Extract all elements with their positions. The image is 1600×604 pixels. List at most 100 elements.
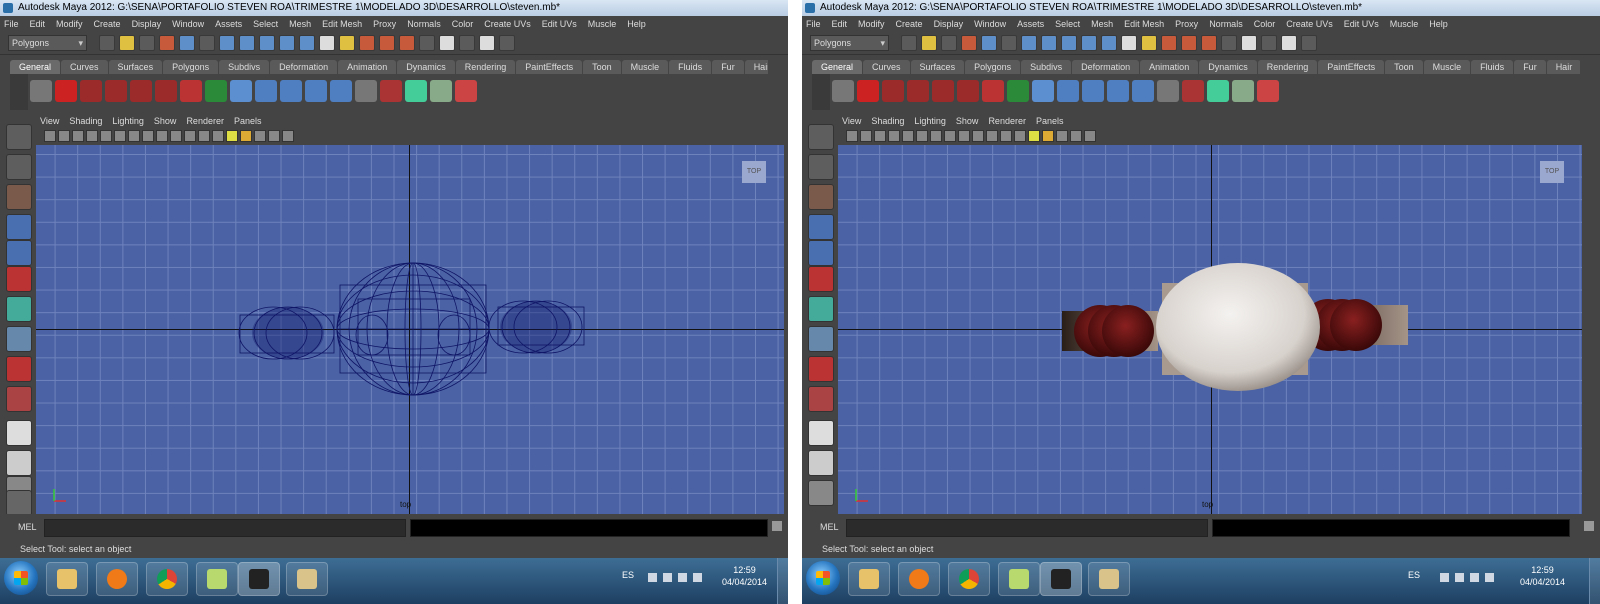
shelf-tab-polygons[interactable]: Polygons (163, 60, 219, 74)
open-scene-icon[interactable] (921, 35, 937, 51)
menu-edit-mesh[interactable]: Edit Mesh (1124, 19, 1164, 29)
shelf-tab-surfaces[interactable]: Surfaces (910, 60, 965, 74)
taskbar-app[interactable] (196, 562, 238, 596)
snap-point-icon[interactable] (1061, 35, 1077, 51)
shelf-tool-icon[interactable] (205, 80, 227, 102)
shelf-tab-animation[interactable]: Animation (338, 60, 397, 74)
show-manipulator-icon[interactable] (808, 356, 834, 382)
image-plane-icon[interactable] (888, 130, 900, 142)
mel-label[interactable]: MEL (18, 522, 37, 532)
shelf-tool-icon[interactable] (405, 80, 427, 102)
taskbar-explorer[interactable] (848, 562, 890, 596)
menu-muscle[interactable]: Muscle (588, 19, 617, 29)
textured-icon[interactable] (212, 130, 224, 142)
render-icon[interactable] (339, 35, 355, 51)
save-scene-icon[interactable] (941, 35, 957, 51)
shelf-tool-icon[interactable] (982, 80, 1004, 102)
menu-select[interactable]: Select (253, 19, 278, 29)
render-settings-icon[interactable] (1181, 35, 1197, 51)
isolate-select-icon[interactable] (1056, 130, 1068, 142)
camera-attributes-icon[interactable] (860, 130, 872, 142)
attribute-editor-icon[interactable] (1261, 35, 1277, 51)
attribute-editor-icon[interactable] (459, 35, 475, 51)
shelf-tab-painteffects[interactable]: PaintEffects (516, 60, 583, 74)
snap-point-icon[interactable] (259, 35, 275, 51)
show-desktop-button[interactable] (777, 558, 788, 604)
share-icon[interactable] (282, 130, 294, 142)
soft-mod-tool-icon[interactable] (808, 326, 834, 352)
safe-action-icon[interactable] (972, 130, 984, 142)
menu-color[interactable]: Color (1254, 19, 1276, 29)
menu-muscle[interactable]: Muscle (1390, 19, 1419, 29)
menu-help[interactable]: Help (627, 19, 646, 29)
shelf-tab-general[interactable]: General (812, 60, 863, 74)
shelf-tab-muscle[interactable]: Muscle (621, 60, 669, 74)
shelf-tool-icon[interactable] (130, 80, 152, 102)
language-indicator[interactable]: ES (1408, 570, 1420, 580)
shelf-tool-icon[interactable] (1182, 80, 1204, 102)
help-question-icon[interactable] (55, 80, 77, 102)
custom-layout-icon[interactable] (6, 490, 32, 516)
shelf-tool-icon[interactable] (80, 80, 102, 102)
tool-settings-icon[interactable] (1281, 35, 1297, 51)
wireframe-mode-icon[interactable] (184, 130, 196, 142)
select-component-icon[interactable] (199, 35, 215, 51)
menu-file[interactable]: File (806, 19, 821, 29)
select-tool-icon[interactable] (6, 124, 32, 150)
film-gate-icon[interactable] (114, 130, 126, 142)
tool-settings-icon[interactable] (479, 35, 495, 51)
sphere-icon[interactable] (1032, 80, 1054, 102)
shelf-tab-curves[interactable]: Curves (863, 60, 910, 74)
render-settings-icon[interactable] (379, 35, 395, 51)
action-center-icon[interactable] (1455, 573, 1464, 582)
camera-icon[interactable] (846, 130, 858, 142)
menu-set-dropdown[interactable]: Polygons ▾ (8, 35, 87, 51)
panel-menu-lighting[interactable]: Lighting (112, 116, 144, 128)
select-hierarchy-icon[interactable] (159, 35, 175, 51)
hypershade-icon[interactable] (1201, 35, 1217, 51)
menu-edit[interactable]: Edit (832, 19, 848, 29)
shelf-tab-deformation[interactable]: Deformation (1072, 60, 1140, 74)
share-icon[interactable] (1084, 130, 1096, 142)
image-plane-icon[interactable] (86, 130, 98, 142)
menu-create-uvs[interactable]: Create UVs (1286, 19, 1333, 29)
shelf-tool-icon[interactable] (907, 80, 929, 102)
joint-icon[interactable] (280, 80, 302, 102)
grid-toggle-icon[interactable] (902, 130, 914, 142)
start-button[interactable] (806, 561, 840, 595)
language-indicator[interactable]: ES (622, 570, 634, 580)
rotate-tool-icon[interactable] (6, 240, 32, 266)
select-object-icon[interactable] (981, 35, 997, 51)
mel-command-input[interactable] (846, 519, 1208, 537)
panel-menu-panels[interactable]: Panels (1036, 116, 1064, 128)
menu-modify[interactable]: Modify (56, 19, 83, 29)
paint-brush-icon[interactable] (1257, 80, 1279, 102)
gate-mask-icon[interactable] (142, 130, 154, 142)
shelf-menu-icon[interactable] (812, 74, 830, 110)
construction-history-icon[interactable] (1121, 35, 1137, 51)
shelf-tab-toon[interactable]: Toon (1385, 60, 1423, 74)
menu-help[interactable]: Help (1429, 19, 1448, 29)
menu-edit-uvs[interactable]: Edit UVs (542, 19, 577, 29)
shelf-tab-fluids[interactable]: Fluids (1471, 60, 1514, 74)
snap-plane-icon[interactable] (1081, 35, 1097, 51)
menu-create-uvs[interactable]: Create UVs (484, 19, 531, 29)
shelf-tool-icon[interactable] (957, 80, 979, 102)
ipr-render-icon[interactable] (359, 35, 375, 51)
shelf-tab-polygons[interactable]: Polygons (965, 60, 1021, 74)
network-icon[interactable] (1470, 573, 1479, 582)
select-tool-icon[interactable] (808, 124, 834, 150)
shelf-tool-icon[interactable] (1157, 80, 1179, 102)
title-bar[interactable]: Autodesk Maya 2012: G:\SENA\PORTAFOLIO S… (0, 0, 788, 16)
shelf-tool-icon[interactable] (430, 80, 452, 102)
paint-brush-icon[interactable] (455, 80, 477, 102)
view-cube[interactable]: TOP (742, 161, 766, 183)
sphere-icon[interactable] (230, 80, 252, 102)
view-cube[interactable]: TOP (1540, 161, 1564, 183)
shelf-tab-toon[interactable]: Toon (583, 60, 621, 74)
network-icon[interactable] (678, 573, 687, 582)
last-tool-icon[interactable] (6, 386, 32, 412)
channel-box-icon[interactable] (439, 35, 455, 51)
shelf-tool-icon[interactable] (355, 80, 377, 102)
shelf-tool-icon[interactable] (932, 80, 954, 102)
